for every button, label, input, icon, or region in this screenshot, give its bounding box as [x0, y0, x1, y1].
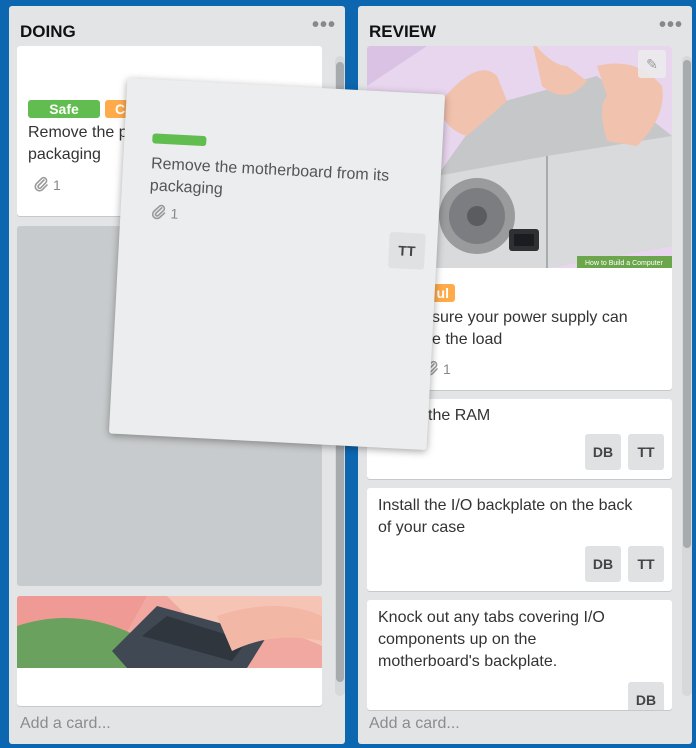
ellipsis-icon[interactable]: •••	[659, 14, 683, 37]
attachment-count: 1	[443, 361, 451, 377]
card-title-line: Install the I/O backplate on the back	[378, 497, 633, 514]
paperclip-icon	[151, 204, 166, 220]
card-image-preview[interactable]	[17, 596, 322, 706]
dragged-card[interactable]: Remove the motherboard from its packagin…	[108, 77, 446, 451]
card-cover-image	[17, 596, 322, 668]
member-avatar[interactable]: DB	[585, 546, 621, 582]
image-caption: How to Build a Computer	[585, 260, 663, 267]
label-safe: Safe	[28, 100, 100, 118]
attachment-badge: 1	[33, 176, 61, 193]
card-title-line: sure your power supply can	[432, 309, 628, 326]
card-title-line: Remove the p	[28, 124, 128, 141]
list-title: DOING	[20, 22, 76, 41]
card-title: the RAM	[428, 407, 491, 424]
add-card-link[interactable]: Add a card...	[369, 715, 460, 733]
card-title-line: e the load	[432, 331, 503, 348]
attachment-badge: 1	[150, 203, 179, 222]
card-title-line: packaging	[28, 146, 101, 163]
ellipsis-icon[interactable]: •••	[312, 14, 336, 37]
member-avatar[interactable]: TT	[628, 546, 664, 582]
member-avatar[interactable]: TT	[628, 434, 664, 470]
card-knock-out-tabs[interactable]: Knock out any tabs covering I/O componen…	[367, 600, 672, 710]
scrollbar-thumb[interactable]	[683, 60, 691, 548]
card-title-line: of your case	[378, 519, 466, 536]
card-title-line: Knock out any tabs covering I/O	[378, 609, 605, 626]
paperclip-icon	[34, 176, 48, 192]
card-title-line: motherboard's backplate.	[378, 653, 558, 670]
attachment-count: 1	[53, 177, 61, 193]
card-io-backplate[interactable]: Install the I/O backplate on the back of…	[367, 488, 672, 591]
attachment-count: 1	[170, 205, 179, 222]
add-card-link[interactable]: Add a card...	[20, 715, 111, 733]
card-title-line: components up on the	[378, 631, 537, 648]
list-title: REVIEW	[369, 22, 437, 41]
card-title-line: packaging	[149, 177, 224, 199]
member-avatar[interactable]: TT	[387, 231, 426, 270]
pencil-icon[interactable]: ✎	[638, 50, 666, 78]
member-avatar[interactable]: DB	[585, 434, 621, 470]
member-avatar[interactable]: DB	[628, 682, 664, 710]
scrollbar[interactable]	[682, 56, 692, 696]
label-safe	[152, 133, 207, 147]
